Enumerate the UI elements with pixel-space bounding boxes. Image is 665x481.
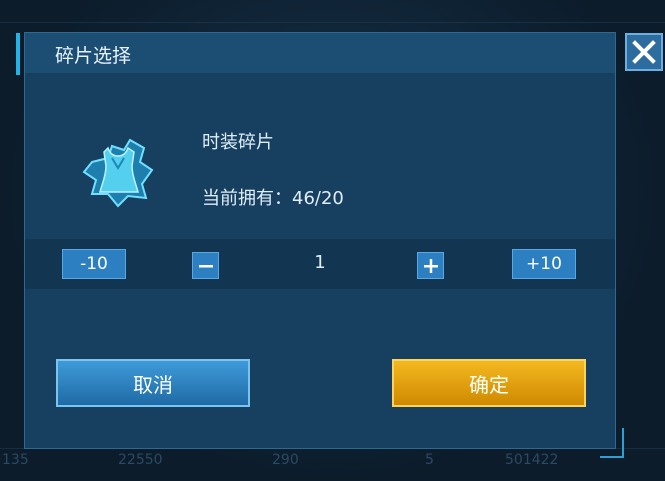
title-accent [16,33,20,75]
bg-number: 135 [2,452,29,468]
quantity-value: 1 [314,252,326,273]
plus-button[interactable] [417,252,444,279]
bg-number: 5 [425,452,434,468]
minus-icon [198,264,213,267]
dialog-title-bar: 碎片选择 [16,33,615,75]
plus-10-button[interactable]: +10 [512,249,576,279]
minus-10-button[interactable]: -10 [62,249,126,279]
minus-button[interactable] [192,252,219,279]
item-name: 时装碎片 [202,132,274,153]
bg-divider [0,22,665,23]
close-button[interactable] [625,33,663,71]
dialog-title: 碎片选择 [55,45,132,67]
bg-number: 290 [272,452,299,468]
corner-decoration [600,428,624,458]
close-icon [632,40,656,64]
bg-number: 501422 [505,452,559,468]
owned-count: 当前拥有：46/20 [202,188,344,209]
confirm-button[interactable]: 确定 [392,359,586,407]
cancel-button[interactable]: 取消 [56,359,250,407]
bg-number: 22550 [118,452,163,468]
fashion-fragment-icon [78,128,160,210]
plus-icon [423,258,438,273]
